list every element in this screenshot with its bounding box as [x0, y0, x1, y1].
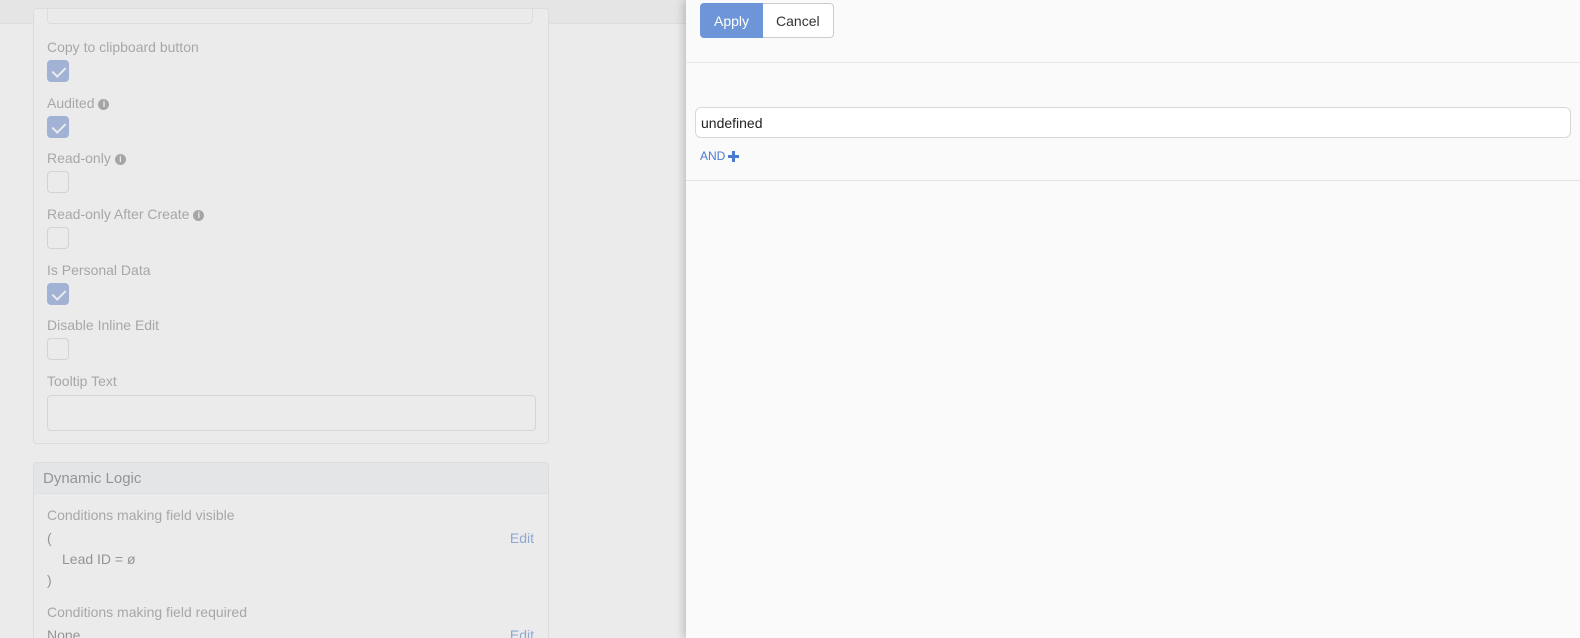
condition-editor-modal: Apply Cancel AND — [686, 0, 1580, 638]
condition-input[interactable] — [695, 107, 1571, 138]
cancel-button[interactable]: Cancel — [763, 3, 834, 38]
modal-header: Apply Cancel — [686, 0, 1580, 63]
and-label: AND — [700, 149, 726, 163]
add-and-condition-button[interactable]: AND — [700, 149, 740, 163]
plus-icon — [728, 150, 740, 162]
apply-button[interactable]: Apply — [700, 3, 764, 38]
action-button-group: Apply Cancel — [700, 3, 834, 38]
modal-body: AND — [686, 63, 1580, 181]
